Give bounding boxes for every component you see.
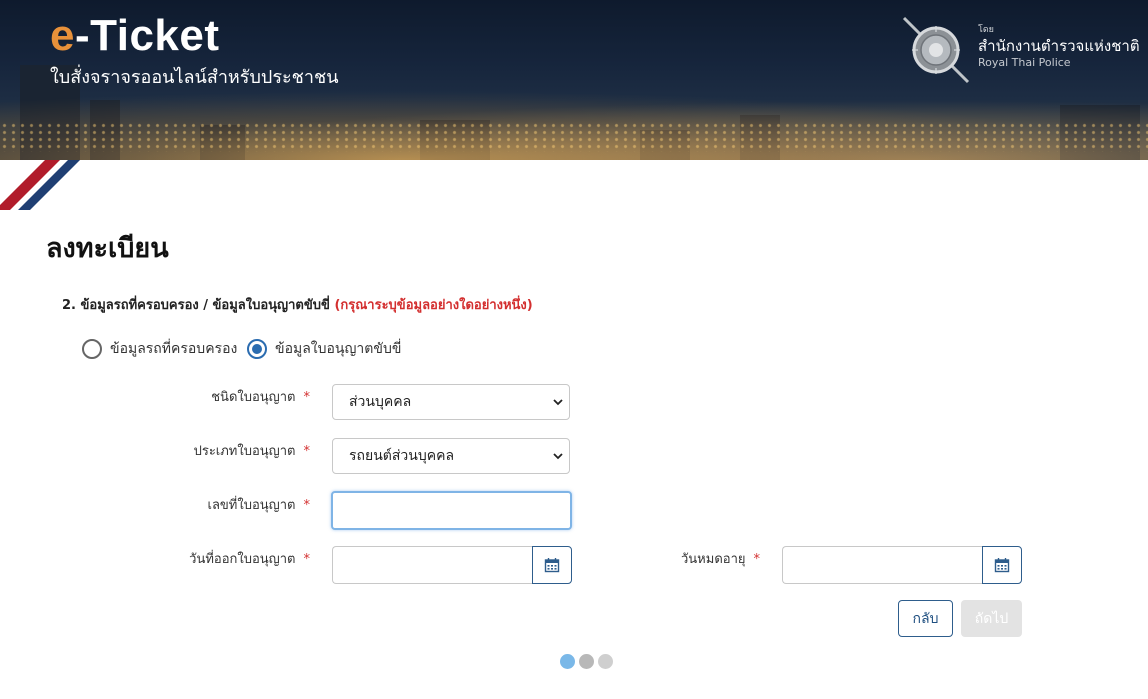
license-type-select[interactable]: รถยนต์ส่วนบุคคล	[332, 438, 570, 474]
required-mark: *	[303, 444, 311, 459]
radio-license-info[interactable]: ข้อมูลใบอนุญาตขับขี่	[247, 338, 401, 360]
issue-date-label-text: วันที่ออกใบอนุญาต	[189, 552, 296, 567]
brand-e: e	[50, 11, 75, 60]
radio-checked-icon[interactable]	[247, 339, 267, 359]
license-type-label-text: ประเภทใบอนุญาต	[193, 444, 296, 459]
license-kind-label-text: ชนิดใบอนุญาต	[211, 390, 296, 405]
expiry-date-calendar-button[interactable]	[982, 546, 1022, 584]
issue-date-group	[332, 546, 572, 584]
brand-ticket: -Ticket	[74, 11, 220, 60]
step-dot-1	[560, 654, 575, 669]
section-heading-text: 2. ข้อมูลรถที่ครอบครอง / ข้อมูลใบอนุญาตข…	[62, 298, 330, 313]
radio-vehicle-info[interactable]: ข้อมูลรถที่ครอบครอง	[82, 338, 237, 360]
page-title: ลงทะเบียน	[46, 233, 169, 264]
license-number-input[interactable]	[331, 491, 572, 530]
required-mark: *	[303, 390, 311, 405]
city-lights	[0, 122, 1148, 152]
step-dot-3	[598, 654, 613, 669]
section-heading: 2. ข้อมูลรถที่ครอบครอง / ข้อมูลใบอนุญาตข…	[62, 294, 533, 315]
police-by: โดย	[978, 25, 994, 35]
expiry-date-group	[782, 546, 1022, 584]
required-mark: *	[753, 552, 761, 567]
chevron-down-icon	[553, 453, 563, 460]
chevron-down-icon	[553, 399, 563, 406]
header-banner: e-Ticket ใบสั่งจราจรออนไลน์สำหรับประชาชน…	[0, 0, 1148, 160]
calendar-icon	[544, 558, 560, 573]
back-button[interactable]: กลับ	[898, 600, 953, 637]
radio-license-info-label: ข้อมูลใบอนุญาตขับขี่	[275, 341, 402, 357]
radio-unchecked-icon[interactable]	[82, 339, 102, 359]
license-type-value: รถยนต์ส่วนบุคคล	[349, 448, 455, 464]
license-number-label-text: เลขที่ใบอนุญาต	[207, 498, 296, 513]
license-type-label: ประเภทใบอนุญาต *	[120, 440, 310, 461]
calendar-icon	[994, 558, 1010, 573]
required-mark: *	[303, 498, 311, 513]
issue-date-input[interactable]	[332, 546, 532, 584]
issue-date-calendar-button[interactable]	[532, 546, 572, 584]
police-seal-icon	[902, 16, 970, 84]
police-logo: โดย สำนักงานตำรวจแห่งชาติ Royal Thai Pol…	[900, 14, 1140, 86]
radio-vehicle-info-label: ข้อมูลรถที่ครอบครอง	[110, 341, 238, 357]
next-button[interactable]: ถัดไป	[961, 600, 1022, 637]
expiry-date-label-text: วันหมดอายุ	[681, 552, 746, 567]
brand-title: e-Ticket	[50, 12, 339, 60]
decorative-stripe	[0, 160, 110, 210]
step-indicator	[560, 654, 613, 669]
required-mark: *	[303, 552, 311, 567]
expiry-date-input[interactable]	[782, 546, 982, 584]
license-number-label: เลขที่ใบอนุญาต *	[120, 494, 310, 515]
license-kind-value: ส่วนบุคคล	[349, 394, 412, 410]
brand: e-Ticket ใบสั่งจราจรออนไลน์สำหรับประชาชน	[50, 12, 339, 91]
issue-date-label: วันที่ออกใบอนุญาต *	[120, 548, 310, 569]
police-name-en: Royal Thai Police	[978, 56, 1071, 69]
license-kind-select[interactable]: ส่วนบุคคล	[332, 384, 570, 420]
police-name-th: สำนักงานตำรวจแห่งชาติ	[978, 37, 1140, 55]
license-kind-label: ชนิดใบอนุญาต *	[120, 386, 310, 407]
brand-subtitle: ใบสั่งจราจรออนไลน์สำหรับประชาชน	[50, 67, 339, 88]
step-dot-2	[579, 654, 594, 669]
police-text: โดย สำนักงานตำรวจแห่งชาติ Royal Thai Pol…	[978, 22, 1140, 69]
expiry-date-label: วันหมดอายุ *	[600, 548, 760, 569]
section-note: (กรุณาระบุข้อมูลอย่างใดอย่างหนึ่ง)	[334, 298, 533, 313]
